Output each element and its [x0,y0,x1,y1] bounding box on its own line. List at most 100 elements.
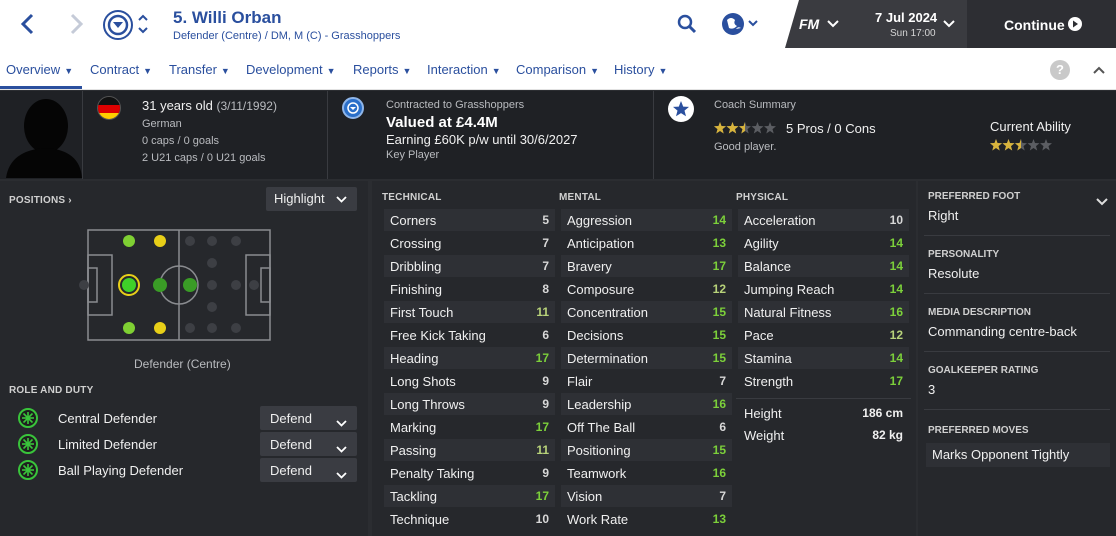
club-contract-icon[interactable] [342,97,364,119]
weight-label: Weight [744,428,785,443]
tab-history[interactable]: History ▼ [614,62,667,77]
preferred-moves-label: PREFERRED MOVES [928,425,1029,436]
tab-label: Interaction [427,62,488,77]
attribute-name: Balance [744,259,791,274]
attribute-row[interactable]: Crossing 7 [390,232,549,255]
tab-reports[interactable]: Reports ▼ [353,62,411,77]
tab-overview[interactable]: Overview ▼ [6,62,73,77]
continue-button[interactable]: Continue [967,0,1116,48]
duty-dropdown[interactable]: Defend [260,432,357,456]
attribute-row[interactable]: Acceleration 10 [744,209,903,232]
attribute-value: 14 [889,259,903,273]
attribute-row[interactable]: Balance 14 [744,255,903,278]
current-ability-label: Current Ability [990,119,1071,134]
attribute-row[interactable]: Stamina 14 [744,347,903,370]
fm-menu-button[interactable]: FM [785,0,847,48]
attribute-row[interactable]: Natural Fitness 16 [744,301,903,324]
current-date: 7 Jul 2024 [875,10,938,25]
globe-icon[interactable] [721,12,761,36]
club-badge-icon[interactable] [102,9,134,41]
positions-heading[interactable]: POSITIONS › [9,195,72,206]
chevron-down-icon [336,196,347,203]
attribute-value: 17 [535,420,549,434]
coach-star-icon[interactable] [668,96,694,122]
back-icon[interactable] [18,13,38,35]
attribute-row[interactable]: Off The Ball 6 [567,416,726,439]
attribute-row[interactable]: Finishing 8 [390,278,549,301]
attribute-row[interactable]: Heading 17 [390,347,549,370]
attribute-row[interactable]: Passing 11 [390,439,549,462]
attribute-name: Free Kick Taking [390,328,486,343]
attribute-name: Acceleration [744,213,816,228]
rating-star [751,122,764,134]
chevron-down-icon[interactable] [1096,193,1108,206]
attribute-row[interactable]: First Touch 11 [390,301,549,324]
attribute-name: Stamina [744,351,792,366]
tab-label: Comparison [516,62,587,77]
attribute-row[interactable]: Agility 14 [744,232,903,255]
attribute-row[interactable]: Strength 17 [744,370,903,393]
role-row[interactable]: Ball Playing Defender Defend [8,458,360,482]
rating-star [990,139,1002,151]
attribute-row[interactable]: Dribbling 7 [390,255,549,278]
club-switch-icon[interactable] [137,12,149,36]
pros-cons[interactable]: 5 Pros / 0 Cons [786,121,876,136]
forward-icon[interactable] [66,13,86,35]
divider [924,409,1110,410]
preferred-move-item[interactable]: Marks Opponent Tightly [926,443,1110,467]
role-duty-heading: ROLE AND DUTY [9,385,94,396]
squad-status: Key Player [386,149,440,161]
duty-dropdown[interactable]: Defend [260,458,357,482]
attribute-row[interactable]: Work Rate 13 [567,508,726,531]
attribute-row[interactable]: Free Kick Taking 6 [390,324,549,347]
attribute-value: 8 [542,282,549,296]
attribute-row[interactable]: Corners 5 [390,209,549,232]
attribute-row[interactable]: Teamwork 16 [567,462,726,485]
duty-label: Defend [270,411,312,426]
tab-transfer[interactable]: Transfer ▼ [169,62,230,77]
attribute-row[interactable]: Marking 17 [390,416,549,439]
tab-comparison[interactable]: Comparison ▼ [516,62,599,77]
role-row[interactable]: Central Defender Defend [8,406,360,430]
attribute-row[interactable]: Concentration 15 [567,301,726,324]
attribute-row[interactable]: Decisions 15 [567,324,726,347]
attribute-row[interactable]: Bravery 17 [567,255,726,278]
attribute-value: 11 [536,443,549,457]
attribute-value: 10 [535,512,549,526]
role-name: Limited Defender [58,437,157,452]
attribute-row[interactable]: Positioning 15 [567,439,726,462]
tab-interaction[interactable]: Interaction ▼ [427,62,501,77]
role-list: Central Defender Defend Limited Defender De… [0,406,368,486]
attribute-row[interactable]: Long Throws 9 [390,393,549,416]
search-icon[interactable] [677,14,697,34]
attribute-row[interactable]: Flair 7 [567,370,726,393]
rating-star [726,122,739,134]
tab-development[interactable]: Development ▼ [246,62,336,77]
attribute-name: Positioning [567,443,631,458]
attribute-row[interactable]: Determination 15 [567,347,726,370]
collapse-icon[interactable] [1093,63,1105,75]
highlight-dropdown[interactable]: Highlight [266,187,357,211]
pitch-diagram[interactable] [76,224,288,348]
attribute-value: 7 [542,259,549,273]
role-row[interactable]: Limited Defender Defend [8,432,360,456]
help-icon[interactable]: ? [1050,60,1070,80]
attribute-row[interactable]: Technique 10 [390,508,549,531]
attribute-row[interactable]: Jumping Reach 14 [744,278,903,301]
attribute-row[interactable]: Vision 7 [567,485,726,508]
attribute-name: Penalty Taking [390,466,475,481]
tab-contract[interactable]: Contract ▼ [90,62,152,77]
attribute-row[interactable]: Anticipation 13 [567,232,726,255]
attribute-row[interactable]: Tackling 17 [390,485,549,508]
attribute-row[interactable]: Leadership 16 [567,393,726,416]
nation-flag-icon [97,96,121,120]
attribute-value: 11 [536,305,549,319]
attribute-row[interactable]: Composure 12 [567,278,726,301]
duty-dropdown[interactable]: Defend [260,406,357,430]
date-button[interactable]: 7 Jul 2024 Sun 17:00 [847,0,967,48]
goalkeeper-rating-label: GOALKEEPER RATING [928,365,1039,376]
attribute-row[interactable]: Penalty Taking 9 [390,462,549,485]
attribute-row[interactable]: Pace 12 [744,324,903,347]
attribute-row[interactable]: Aggression 14 [567,209,726,232]
attribute-row[interactable]: Long Shots 9 [390,370,549,393]
